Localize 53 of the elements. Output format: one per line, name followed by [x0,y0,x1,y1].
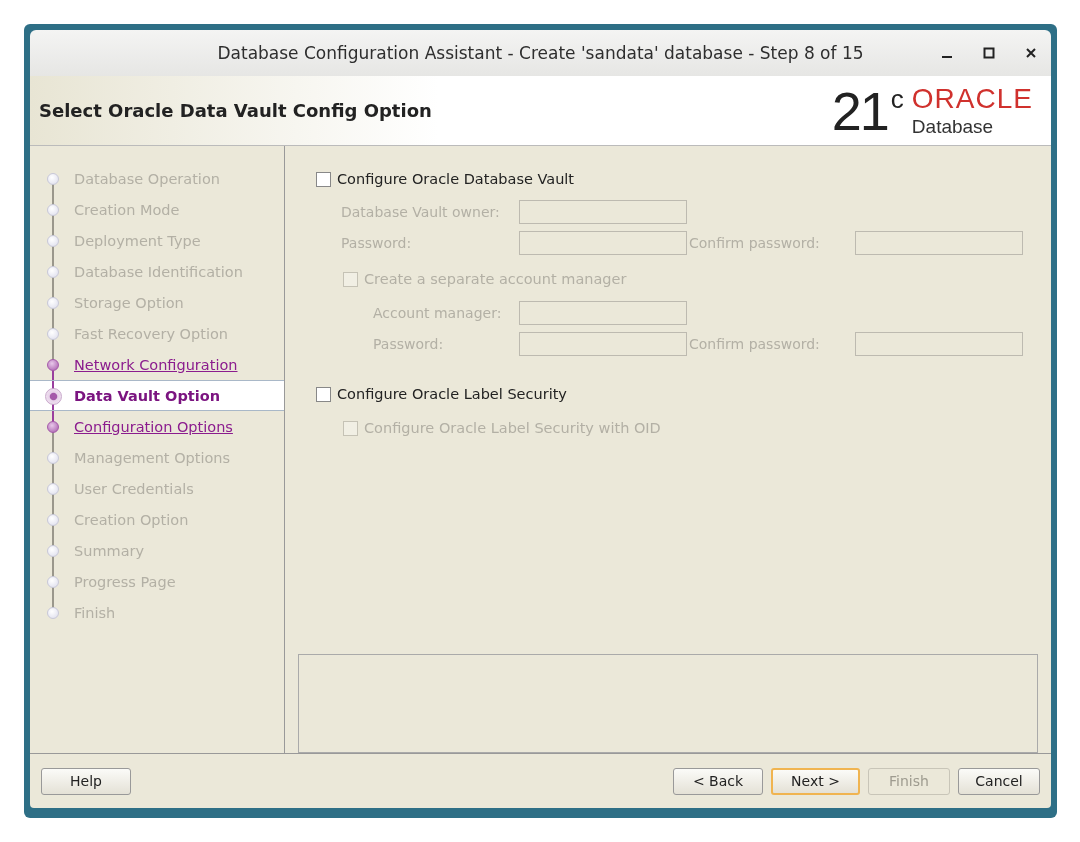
dialog-button[interactable]: Cancel [958,767,1040,795]
step-item: Creation Option [30,504,284,535]
page-title: Select Oracle Data Vault Config Option [39,100,432,121]
field-label: Account manager: [373,305,503,321]
step-dot-icon [47,420,59,433]
step-item: Database Operation [30,163,284,194]
step-item: User Credentials [30,473,284,504]
step-dot-icon [47,296,59,309]
field-label: Confirm password: [689,235,821,251]
step-item: Deployment Type [30,225,284,256]
step-item[interactable]: Network Configuration [30,349,284,380]
version-number: 21$^{c}$ [831,83,902,138]
vault-checkbox[interactable]: Configure Oracle Database Vault [316,171,575,187]
dialog-button[interactable]: Next > [771,767,860,795]
step-dot-icon [47,451,59,464]
current-step: Data Vault Option [30,380,284,411]
checkbox-icon [316,386,331,402]
field-label: Password: [373,336,445,352]
step-item: Database Identification [30,256,284,287]
step-dot-icon [47,265,59,278]
step-dot-icon [45,387,62,405]
field-label: Password: [341,235,413,251]
step-item: Progress Page [30,566,284,597]
brand-logo: ORACLE [911,85,1033,113]
step-item: Finish [30,597,284,628]
step-dot-icon [47,358,59,371]
step-dot-icon [47,234,59,247]
step-dot-icon [47,513,59,526]
field-label: Database Vault owner: [341,204,501,220]
step-item: Storage Option [30,287,284,318]
step-item[interactable]: Configuration Options [30,411,284,442]
close-icon[interactable] [1025,47,1037,59]
checkbox-icon [343,420,358,436]
step-dot-icon [47,575,59,588]
label-security-checkbox[interactable]: Configure Oracle Label Security [316,386,567,402]
product-name: Database [911,117,995,136]
step-dot-icon [47,172,59,185]
maximize-icon[interactable] [983,47,995,59]
checkbox-icon [316,171,331,187]
step-dot-icon [47,482,59,495]
field-label: Confirm password: [689,336,821,352]
step-item: Management Options [30,442,284,473]
checkbox-icon [343,271,358,287]
step-item: Creation Mode [30,194,284,225]
step-item: Fast Recovery Option [30,318,284,349]
window-title: Database Configuration Assistant - Create 'sandata' database - Step 8 of 15 [217,43,864,63]
step-dot-icon [47,544,59,557]
step-dot-icon [47,327,59,340]
dialog-button[interactable]: Help [41,767,131,795]
step-dot-icon [47,203,59,216]
dialog-button[interactable]: < Back [673,767,763,795]
step-item: Summary [30,535,284,566]
step-dot-icon [47,606,59,619]
